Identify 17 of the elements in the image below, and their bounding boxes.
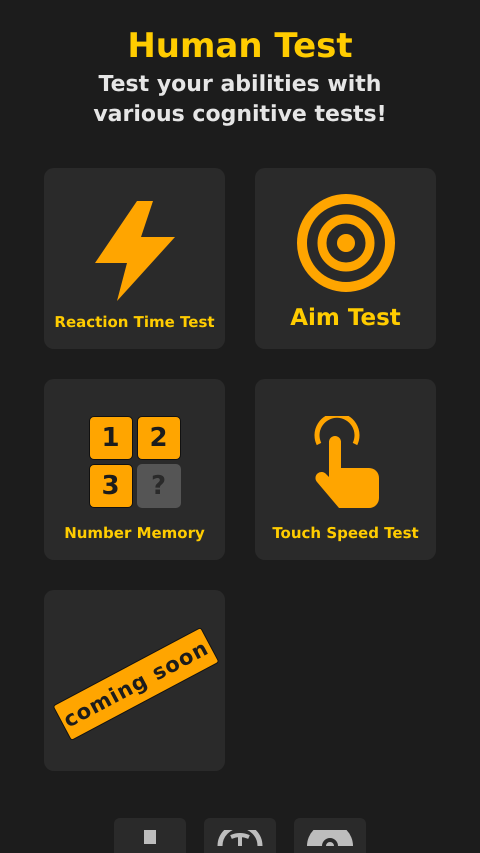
test-tile[interactable]: Aim Test xyxy=(255,168,436,349)
app-subtitle: Test your abilities with various cognitive tests! xyxy=(92,71,388,129)
test-tile[interactable]: Reaction Time Test xyxy=(44,168,225,349)
target-icon xyxy=(296,194,394,292)
test-tile[interactable]: 1 2 3 ? Number Memory xyxy=(44,379,225,560)
number-cell: 3 xyxy=(88,464,132,508)
tile-label: Aim Test xyxy=(290,305,401,331)
test-tile[interactable]: Touch Speed Test xyxy=(255,379,436,560)
tile-label: Reaction Time Test xyxy=(54,313,215,331)
tile-label: Number Memory xyxy=(64,524,205,542)
app-title: Human Test xyxy=(127,25,353,68)
number-cell: 2 xyxy=(136,416,180,460)
tile-label: Touch Speed Test xyxy=(272,524,419,542)
number-cell: ? xyxy=(136,464,180,508)
globe-icon xyxy=(217,830,263,846)
lightning-icon xyxy=(94,201,174,301)
number-cell: 1 xyxy=(88,416,132,460)
